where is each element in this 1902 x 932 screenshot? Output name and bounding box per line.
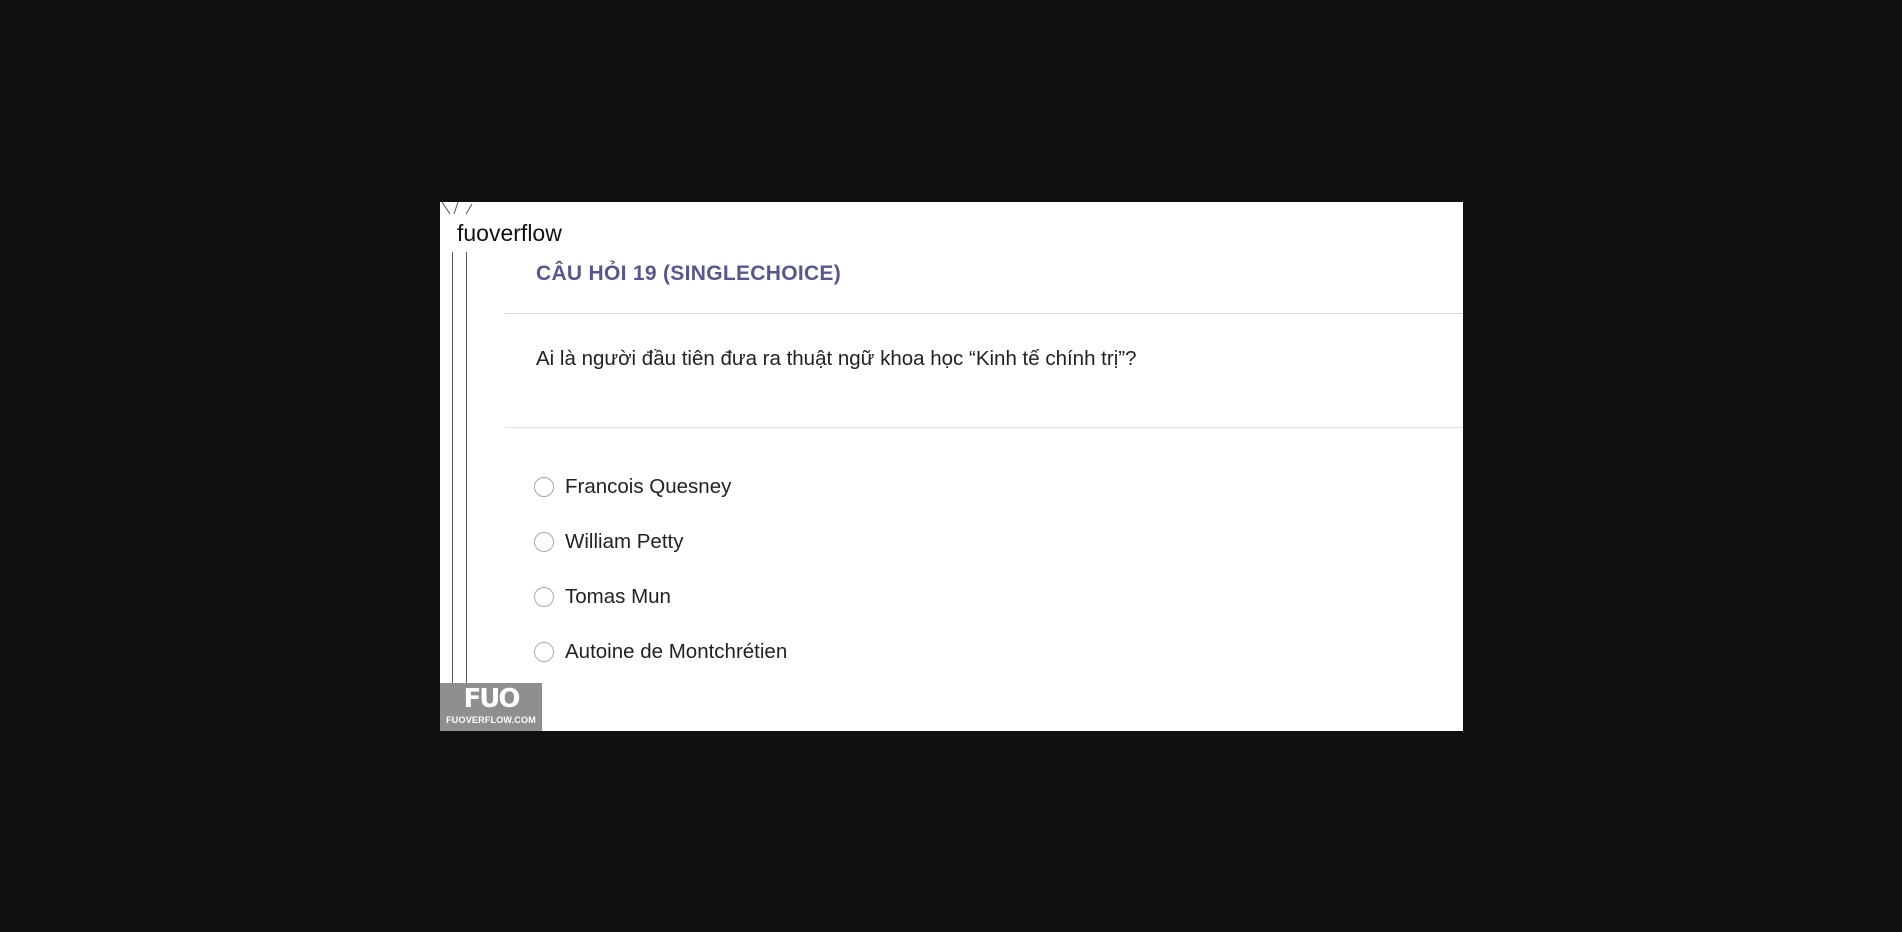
radio-button[interactable] xyxy=(534,476,554,497)
answer-option-label: Francois Quesney xyxy=(565,474,732,498)
answer-option[interactable]: Autoine de Montchrétien xyxy=(534,624,787,679)
radio-button[interactable] xyxy=(534,641,554,662)
watermark-logo-mark: FUO xyxy=(463,684,521,714)
margin-line xyxy=(466,252,467,731)
watermark-logo-url: FUOVERFLOW.COM xyxy=(446,715,536,725)
quiz-screenshot: fuoverflow CÂU HỎI 19 (SINGLECHOICE) Ai … xyxy=(440,202,1463,731)
radio-button[interactable] xyxy=(534,586,554,607)
corner-mark-icon xyxy=(441,202,473,215)
answer-option[interactable]: Tomas Mun xyxy=(534,569,787,624)
answer-option-label: Autoine de Montchrétien xyxy=(565,639,788,663)
header-divider xyxy=(505,313,1463,314)
watermark-logo: FUO FUOVERFLOW.COM xyxy=(440,683,542,731)
answer-option-label: Tomas Mun xyxy=(565,584,671,608)
answer-option[interactable]: Francois Quesney xyxy=(534,459,787,514)
answer-option[interactable]: William Petty xyxy=(534,514,787,569)
question-divider xyxy=(505,427,1463,428)
answer-option-label: William Petty xyxy=(565,529,684,553)
radio-button[interactable] xyxy=(534,531,554,552)
answer-options: Francois Quesney William Petty Tomas Mun… xyxy=(534,459,787,679)
question-header: CÂU HỎI 19 (SINGLECHOICE) xyxy=(536,262,842,285)
question-text: Ai là người đầu tiên đưa ra thuật ngữ kh… xyxy=(536,347,1137,370)
margin-line xyxy=(452,252,453,731)
watermark-site-name: fuoverflow xyxy=(457,220,562,246)
image-viewer-backdrop: fuoverflow CÂU HỎI 19 (SINGLECHOICE) Ai … xyxy=(0,0,1902,932)
